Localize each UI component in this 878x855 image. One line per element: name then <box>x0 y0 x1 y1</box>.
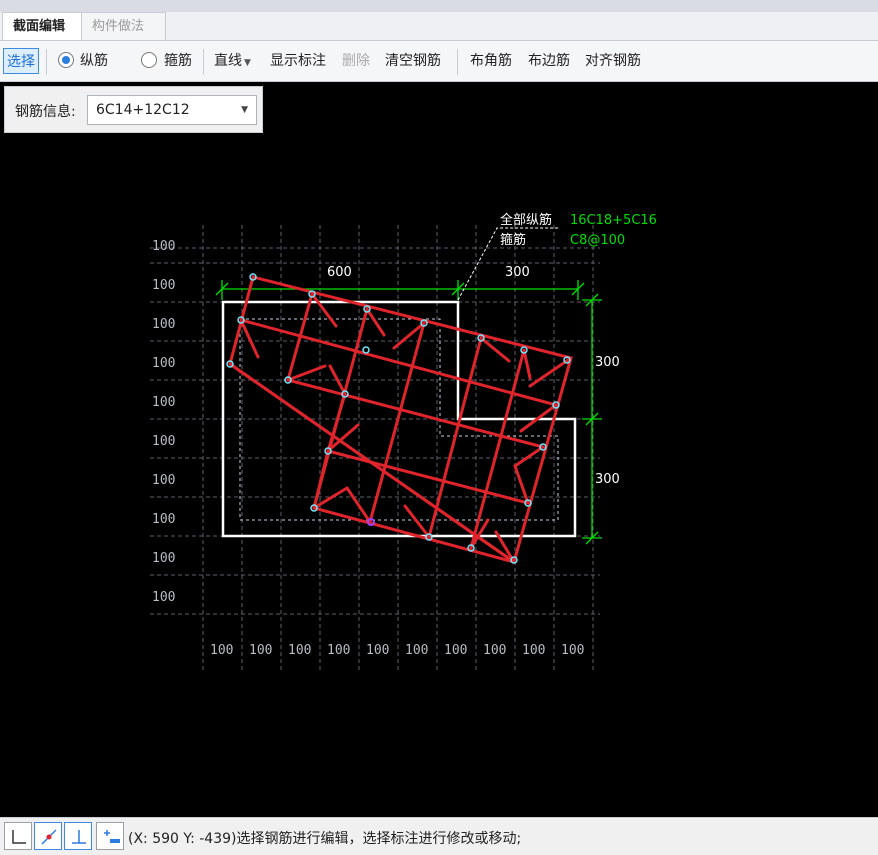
note-all-long-label: 全部纵筋 <box>500 212 552 228</box>
grid-label: 100 <box>152 278 175 293</box>
grid-label: 100 <box>288 643 311 658</box>
orthogonal-icon <box>12 830 26 844</box>
grid-label: 100 <box>483 643 506 658</box>
snap-point-button[interactable] <box>34 822 62 850</box>
status-text: (X: 590 Y: -439)选择钢筋进行编辑，选择标注进行修改或移动; <box>128 831 522 847</box>
rebar-info-select[interactable]: 6C14+12C12 ▼ <box>87 95 257 125</box>
grid-label: 100 <box>210 643 233 658</box>
rebar-info-value: 6C14+12C12 <box>96 102 190 118</box>
insert-button[interactable] <box>96 822 124 850</box>
dim-top-right[interactable]: 300 <box>505 265 530 280</box>
stirrup-tie[interactable] <box>469 348 526 550</box>
grid-label: 100 <box>152 356 175 371</box>
perpendicular-button[interactable] <box>64 822 92 850</box>
grid-label: 100 <box>152 434 175 449</box>
insert-icon <box>104 830 120 843</box>
rebar-point[interactable] <box>362 346 370 354</box>
grid-label: 100 <box>249 643 272 658</box>
grid-label: 100 <box>152 473 175 488</box>
note-stirrup-label: 箍筋 <box>500 232 526 248</box>
snap-point-icon <box>41 829 57 845</box>
stirrup-tie[interactable] <box>326 449 530 505</box>
grid-label: 100 <box>152 590 175 605</box>
rebar-info-panel: 钢筋信息: 6C14+12C12 ▼ <box>4 86 263 133</box>
perpendicular-icon <box>72 830 86 844</box>
dim-right-top[interactable]: 300 <box>595 355 620 370</box>
grid-label: 100 <box>152 395 175 410</box>
chevron-down-icon: ▼ <box>241 105 248 115</box>
status-bar: (X: 590 Y: -439)选择钢筋进行编辑，选择标注进行修改或移动; <box>0 817 878 855</box>
note-all-long-value[interactable]: 16C18+5C16 <box>570 213 657 228</box>
dim-right-bottom[interactable]: 300 <box>595 472 620 487</box>
grid-label: 100 <box>152 512 175 527</box>
grid-label: 100 <box>152 317 175 332</box>
note-stirrup-value[interactable]: C8@100 <box>570 233 625 248</box>
grid-label: 100 <box>405 643 428 658</box>
rebar-note[interactable]: 全部纵筋 16C18+5C16 箍筋 C8@100 <box>500 212 657 248</box>
grid-label: 100 <box>366 643 389 658</box>
grid-labels-bottom: 100 100 100 100 100 100 100 100 100 100 <box>210 643 584 658</box>
grid-labels-left: 100 100 100 100 100 100 100 100 100 100 <box>152 239 175 605</box>
grid-label: 100 <box>152 239 175 254</box>
grid-lines <box>150 225 600 670</box>
grid-label: 100 <box>561 643 584 658</box>
grid-label: 100 <box>327 643 350 658</box>
orthogonal-button[interactable] <box>4 822 32 850</box>
dim-top-left[interactable]: 600 <box>327 265 352 280</box>
rebar-info-label: 钢筋信息: <box>15 104 76 120</box>
grid-label: 100 <box>522 643 545 658</box>
grid-label: 100 <box>152 551 175 566</box>
grid-label: 100 <box>444 643 467 658</box>
